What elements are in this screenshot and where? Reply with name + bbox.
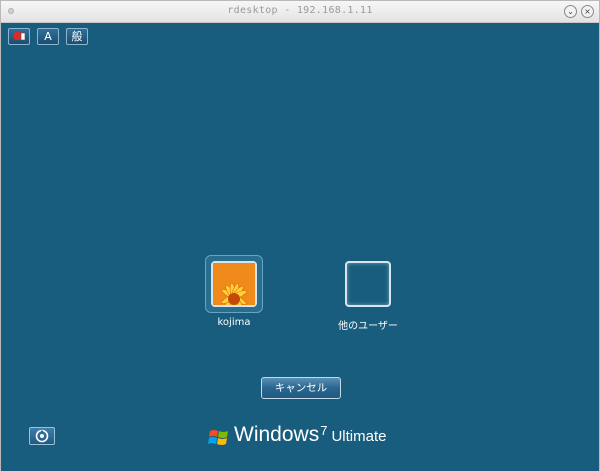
window-title: rdesktop - 192.168.1.11 [227,5,373,16]
close-icon: × [584,7,591,16]
flower-icon [213,263,255,312]
user-picture [211,261,257,312]
minimize-button[interactable]: ⌄ [564,5,577,18]
ease-of-access-button[interactable] [29,427,55,445]
user-name-kojima: kojima [217,317,251,328]
windows-wordmark: Windows7 Ultimate [234,423,386,447]
windows-logo-icon [208,430,228,445]
user-tile-other[interactable] [339,255,397,313]
conversion-mode-icon: 般 [71,30,83,43]
input-mode-button[interactable]: A [37,28,59,45]
user-tile-kojima[interactable] [205,255,263,313]
close-button[interactable]: × [581,5,594,18]
brand-edition: Ultimate [331,428,387,445]
ime-pad-icon [13,32,26,41]
input-mode-icon: A [44,30,52,43]
cancel-button[interactable]: キャンセル [261,377,341,399]
user-picture-blank [345,261,391,307]
brand-windows: Windows [234,423,320,446]
conversion-mode-button[interactable]: 般 [66,28,88,45]
login-screen: A 般 kojima 他のユーザー キャンセル Windows7 Ultimat… [1,23,599,471]
chevron-down-icon: ⌄ [567,7,574,16]
ease-of-access-icon [35,429,49,443]
brand-version: 7 [320,423,328,438]
rdesktop-window: rdesktop - 192.168.1.11 ⌄ × A 般 kojima 他… [0,0,600,471]
ime-pad-button[interactable] [8,28,30,45]
user-name-other: 他のユーザー [338,321,398,332]
title-bar[interactable]: rdesktop - 192.168.1.11 ⌄ × [1,1,599,23]
